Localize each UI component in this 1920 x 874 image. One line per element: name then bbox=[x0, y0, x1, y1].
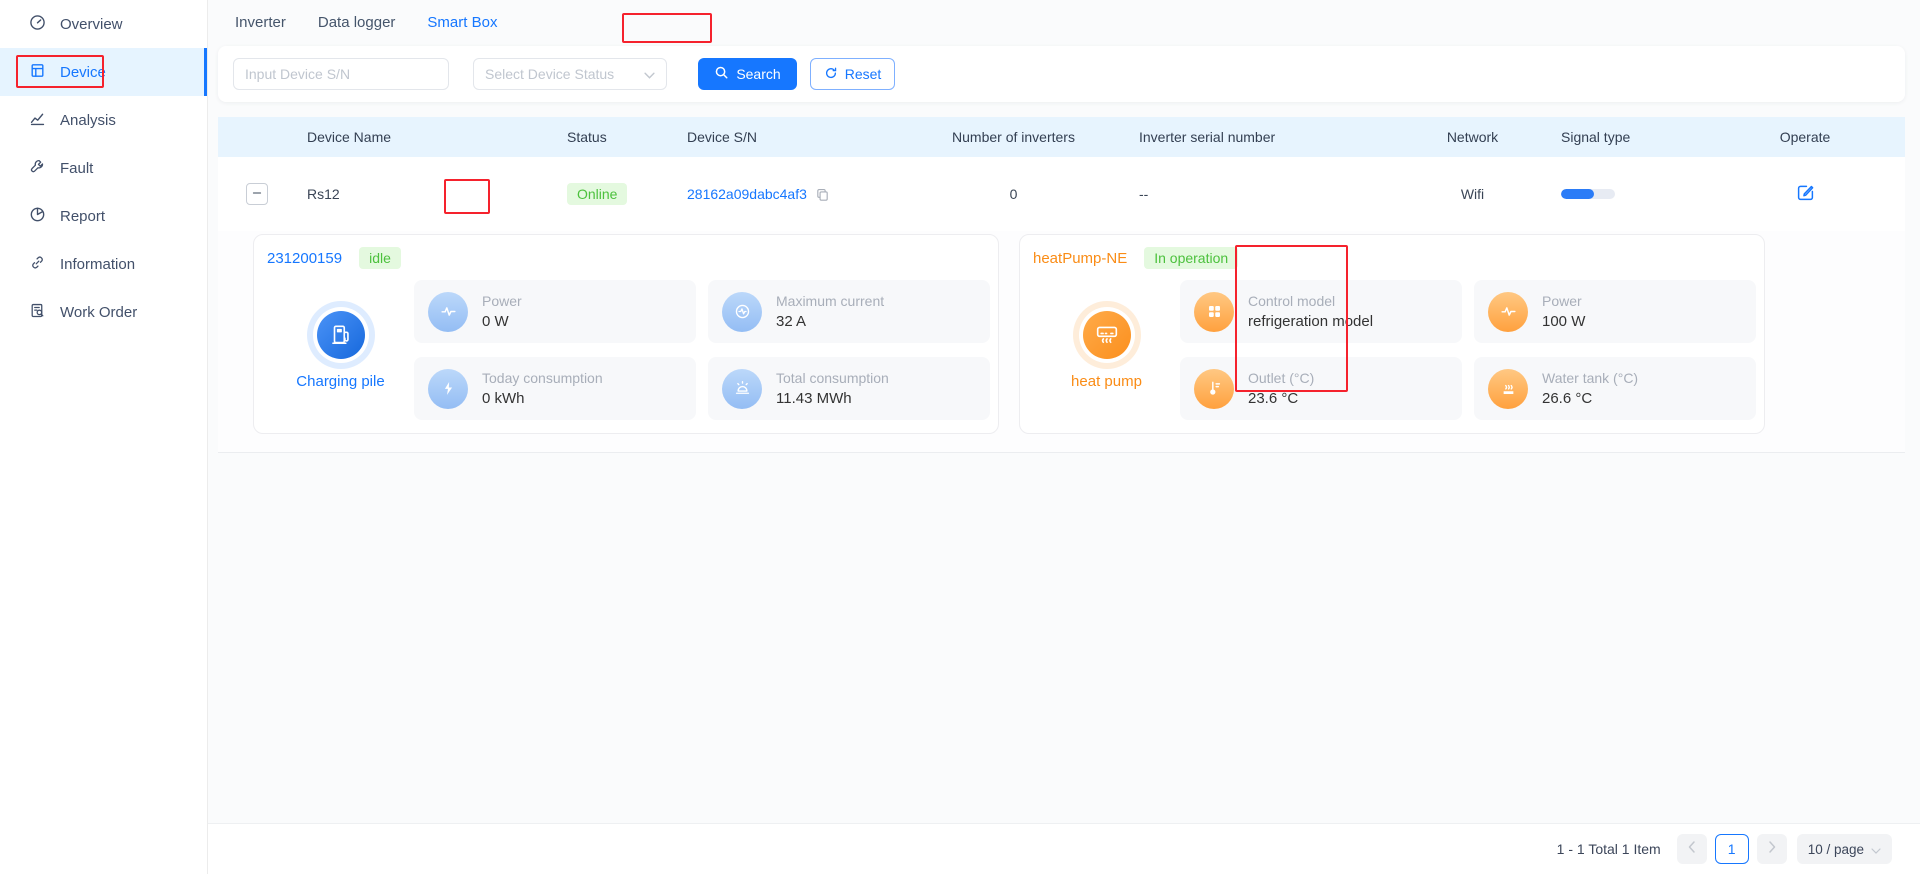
stat-tile: Today consumption0 kWh bbox=[414, 357, 696, 420]
device-sn-input[interactable] bbox=[233, 58, 449, 90]
cell-device-name: Rs12 bbox=[295, 186, 555, 202]
col-operate: Operate bbox=[1705, 129, 1905, 145]
col-signal-type: Signal type bbox=[1555, 129, 1705, 145]
link-icon bbox=[29, 254, 46, 275]
today-consumption-icon bbox=[428, 369, 468, 409]
sidebar-item-label: Work Order bbox=[60, 304, 137, 321]
search-button-label: Search bbox=[736, 66, 780, 82]
next-page-button[interactable] bbox=[1757, 834, 1787, 864]
col-network: Network bbox=[1390, 129, 1555, 145]
power-icon bbox=[1488, 292, 1528, 332]
col-device-sn: Device S/N bbox=[675, 129, 900, 145]
col-inverter-serial: Inverter serial number bbox=[1127, 129, 1390, 145]
page-size-value: 10 / page bbox=[1808, 842, 1864, 857]
page-1-button[interactable]: 1 bbox=[1715, 834, 1749, 864]
search-button[interactable]: Search bbox=[698, 58, 797, 90]
sidebar-item-analysis[interactable]: Analysis bbox=[0, 96, 207, 144]
wrench-icon bbox=[29, 158, 46, 179]
device-status-placeholder: Select Device Status bbox=[485, 66, 614, 82]
prev-page-button[interactable] bbox=[1677, 834, 1707, 864]
sidebar-item-overview[interactable]: Overview bbox=[0, 0, 207, 48]
collapse-row-button[interactable] bbox=[246, 183, 268, 205]
col-device-name: Device Name bbox=[295, 129, 555, 145]
stat-tile: Control modelrefrigeration model bbox=[1180, 280, 1462, 343]
sidebar-item-label: Information bbox=[60, 256, 135, 273]
sidebar-item-label: Analysis bbox=[60, 112, 116, 129]
minus-icon bbox=[250, 186, 264, 203]
work-order-icon bbox=[29, 302, 46, 323]
tab-data-logger[interactable]: Data logger bbox=[318, 14, 396, 31]
col-inverters: Number of inverters bbox=[900, 129, 1127, 145]
heat-pump-icon bbox=[1083, 311, 1131, 359]
expanded-row: 231200159 idle Charging pile bbox=[218, 231, 1905, 453]
sidebar-item-device[interactable]: Device bbox=[0, 48, 207, 96]
sidebar-item-label: Overview bbox=[60, 16, 123, 33]
charging-pile-card: 231200159 idle Charging pile bbox=[253, 234, 999, 434]
stat-tile: Total consumption11.43 MWh bbox=[708, 357, 990, 420]
chevron-right-icon bbox=[1768, 840, 1776, 858]
copy-icon[interactable] bbox=[815, 187, 830, 202]
charging-pile-status-badge: idle bbox=[359, 247, 401, 269]
sidebar-item-information[interactable]: Information bbox=[0, 240, 207, 288]
total-consumption-icon bbox=[722, 369, 762, 409]
charging-pile-sn-link[interactable]: 231200159 bbox=[267, 250, 342, 267]
main-content: Inverter Data logger Smart Box Select De… bbox=[208, 0, 1920, 874]
pie-chart-icon bbox=[29, 206, 46, 227]
maximum-current-icon bbox=[722, 292, 762, 332]
chevron-down-icon bbox=[1871, 842, 1881, 857]
device-sn-link[interactable]: 28162a09dabc4af3 bbox=[687, 186, 807, 202]
chevron-left-icon bbox=[1688, 840, 1696, 858]
reset-button-label: Reset bbox=[845, 66, 882, 82]
tab-smart-box[interactable]: Smart Box bbox=[427, 14, 497, 31]
refresh-icon bbox=[824, 66, 838, 83]
sidebar-item-label: Fault bbox=[60, 160, 93, 177]
charging-pile-type-label: Charging pile bbox=[296, 373, 384, 390]
search-icon bbox=[714, 65, 729, 83]
sidebar-item-fault[interactable]: Fault bbox=[0, 144, 207, 192]
control-model-icon bbox=[1194, 292, 1234, 332]
signal-strength-bar bbox=[1561, 189, 1615, 199]
device-list-icon bbox=[29, 62, 46, 83]
stat-tile: Outlet (°C)23.6 °C bbox=[1180, 357, 1462, 420]
sidebar-item-work-order[interactable]: Work Order bbox=[0, 288, 207, 336]
table-row: Rs12 Online 28162a09dabc4af3 0 -- Wifi bbox=[218, 157, 1905, 231]
edit-icon[interactable] bbox=[1796, 183, 1815, 202]
dashboard-icon bbox=[29, 14, 46, 35]
cell-network: Wifi bbox=[1390, 186, 1555, 202]
heat-pump-status-badge: In operation bbox=[1144, 247, 1238, 269]
sidebar-item-label: Device bbox=[60, 64, 106, 81]
table-header: Device Name Status Device S/N Number of … bbox=[218, 117, 1905, 157]
stat-tile: Water tank (°C)26.6 °C bbox=[1474, 357, 1756, 420]
stat-tile: Maximum current32 A bbox=[708, 280, 990, 343]
pagination-summary: 1 - 1 Total 1 Item bbox=[1557, 841, 1661, 857]
chart-line-icon bbox=[29, 110, 46, 131]
device-table: Device Name Status Device S/N Number of … bbox=[218, 117, 1905, 453]
tab-inverter[interactable]: Inverter bbox=[235, 14, 286, 31]
sidebar: Overview Device Analysis Fault Report In… bbox=[0, 0, 208, 874]
chevron-down-icon bbox=[644, 66, 655, 82]
cell-inverter-serial: -- bbox=[1127, 186, 1390, 202]
outlet-temperature-icon bbox=[1194, 369, 1234, 409]
sidebar-item-report[interactable]: Report bbox=[0, 192, 207, 240]
page-size-select[interactable]: 10 / page bbox=[1797, 834, 1892, 864]
stat-tile: Power100 W bbox=[1474, 280, 1756, 343]
col-status: Status bbox=[555, 129, 675, 145]
status-badge: Online bbox=[567, 183, 627, 205]
heat-pump-type-label: heat pump bbox=[1071, 373, 1142, 390]
power-icon bbox=[428, 292, 468, 332]
charging-pile-icon bbox=[317, 311, 365, 359]
pagination-bar: 1 - 1 Total 1 Item 1 10 / page bbox=[208, 823, 1920, 874]
device-type-tabs: Inverter Data logger Smart Box bbox=[218, 0, 1905, 44]
water-tank-temperature-icon bbox=[1488, 369, 1528, 409]
reset-button[interactable]: Reset bbox=[810, 58, 895, 90]
cell-inverters: 0 bbox=[900, 186, 1127, 202]
stat-tile: Power0 W bbox=[414, 280, 696, 343]
heat-pump-name: heatPump-NE bbox=[1033, 250, 1127, 267]
device-status-select[interactable]: Select Device Status bbox=[473, 58, 667, 90]
filter-bar: Select Device Status Search Reset bbox=[218, 46, 1905, 102]
sidebar-item-label: Report bbox=[60, 208, 105, 225]
heat-pump-card: heatPump-NE In operation heat pump bbox=[1019, 234, 1765, 434]
